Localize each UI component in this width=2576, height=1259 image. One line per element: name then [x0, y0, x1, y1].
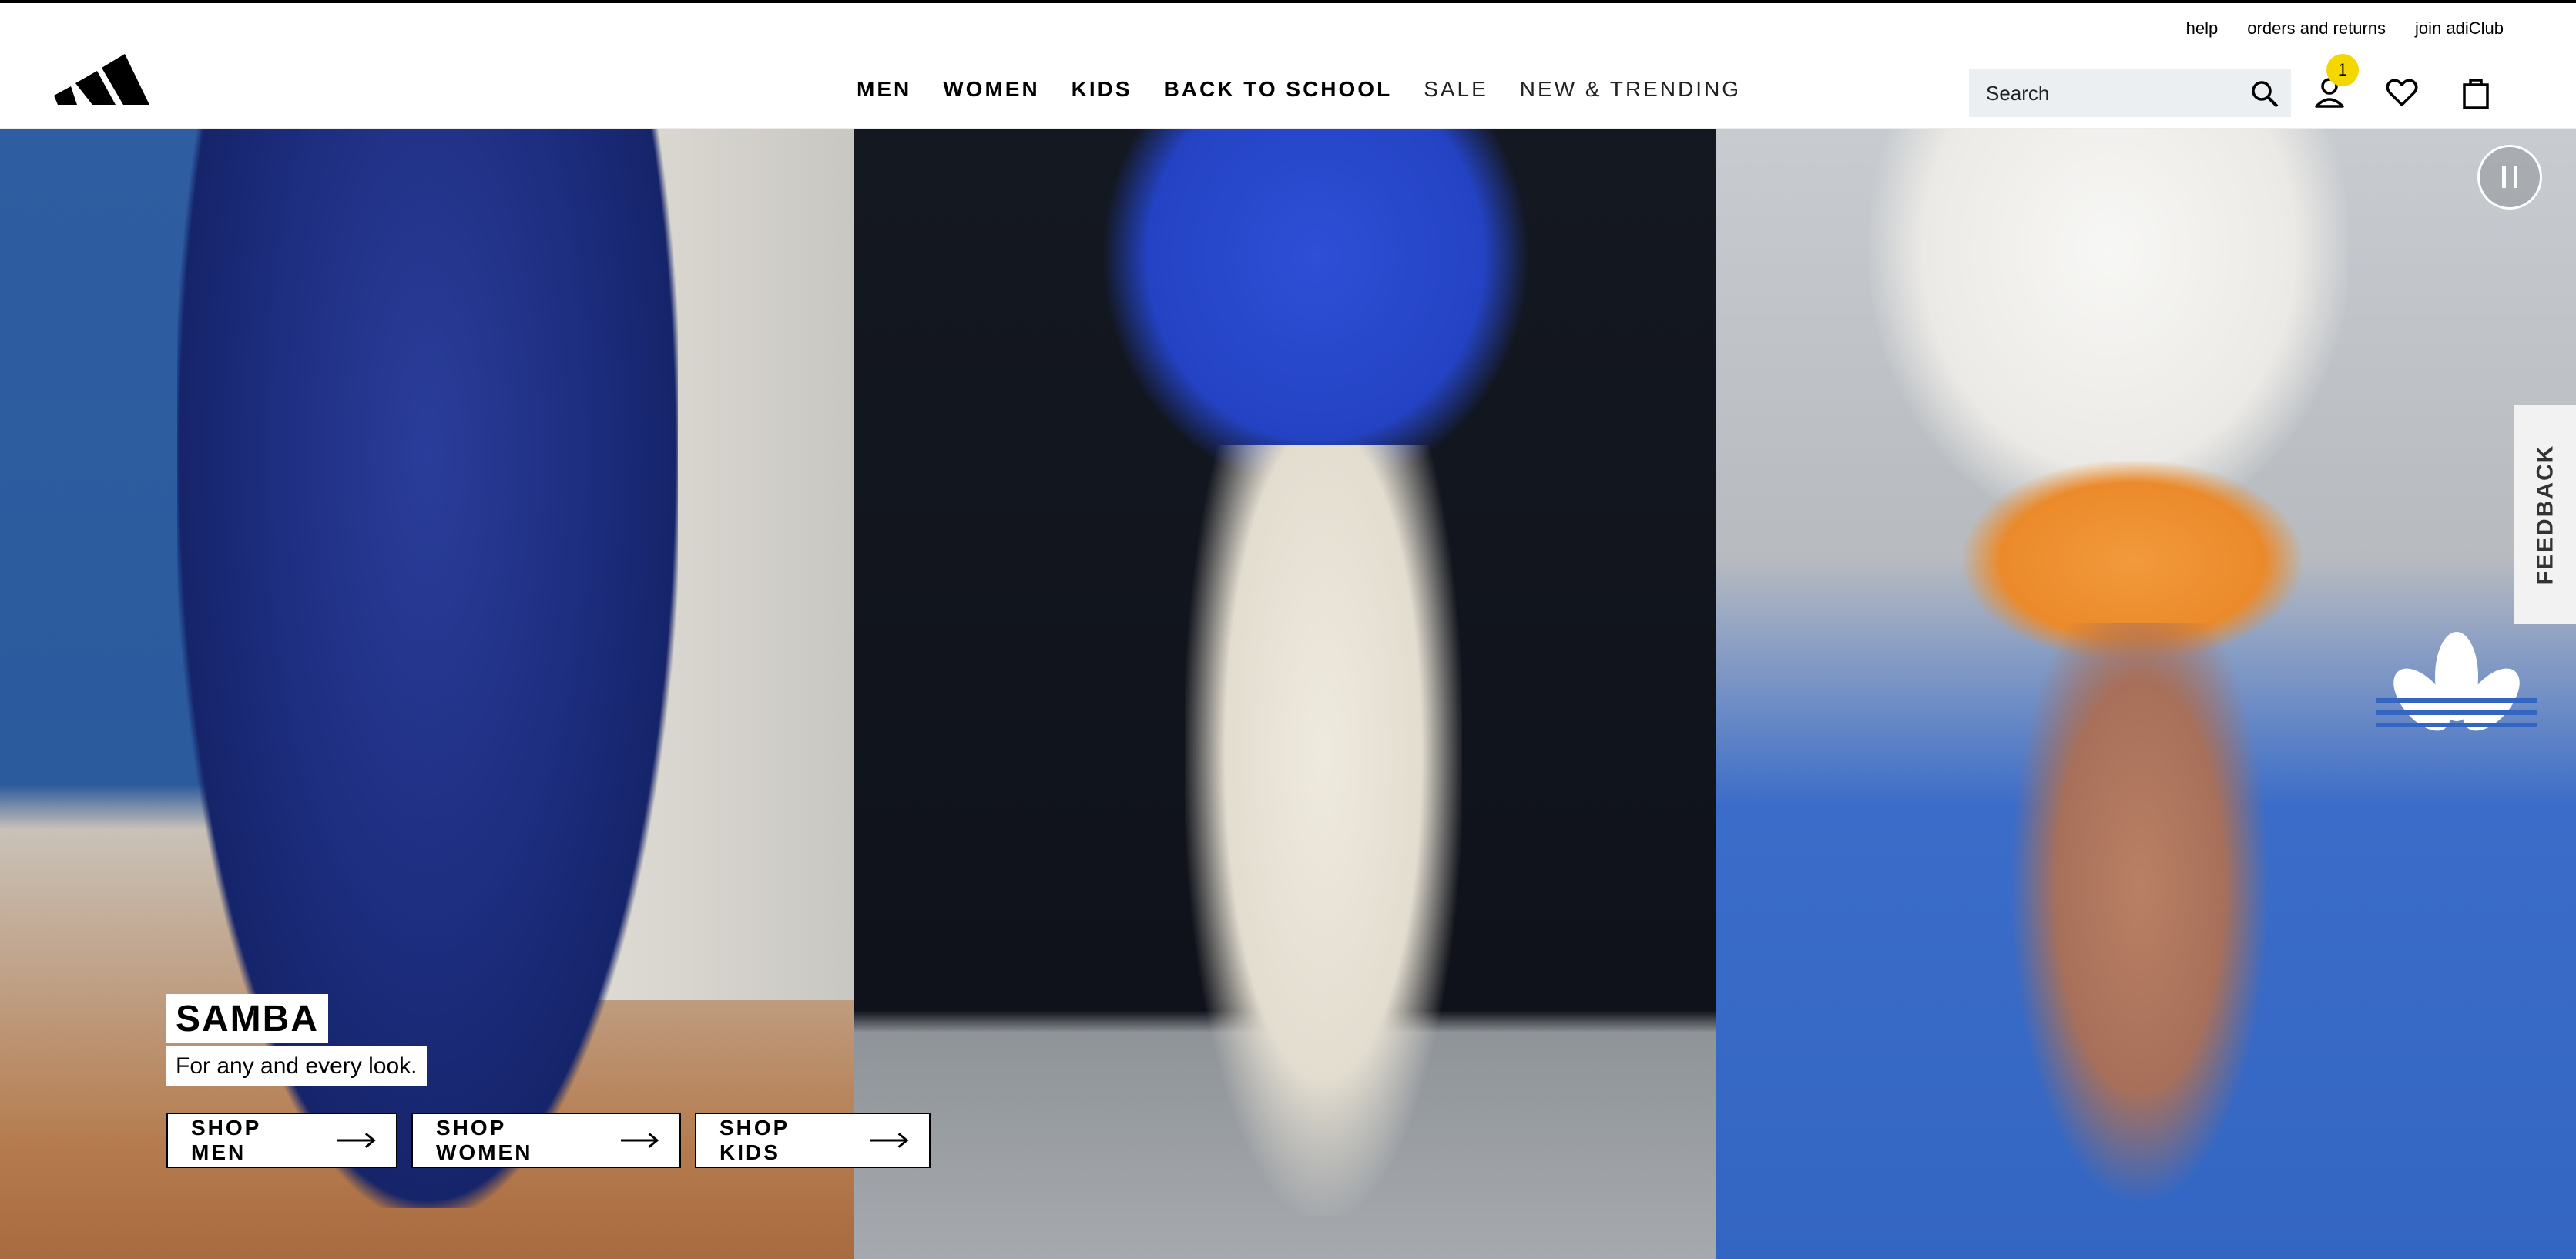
site-header: help orders and returns join adiClub MEN… — [0, 3, 2576, 129]
shop-kids-label: SHOP KIDS — [719, 1116, 790, 1164]
help-link[interactable]: help — [2186, 18, 2219, 39]
search-icon[interactable] — [2249, 79, 2280, 109]
shop-kids-button[interactable]: SHOP KIDS — [695, 1113, 931, 1168]
account-notification-badge: 1 — [2326, 54, 2359, 86]
nav-item-sale[interactable]: SALE — [1424, 77, 1488, 102]
shop-women-label: SHOP WOMEN — [436, 1116, 533, 1164]
nav-item-men[interactable]: MEN — [857, 77, 911, 102]
wishlist-icon[interactable] — [2383, 74, 2420, 111]
adidas-logo[interactable] — [54, 42, 149, 105]
bag-icon[interactable] — [2457, 74, 2494, 111]
feedback-label: FEEDBACK — [2532, 444, 2558, 586]
hero-image-left — [0, 129, 854, 1259]
join-adiclub-link[interactable]: join adiClub — [2415, 18, 2504, 39]
pause-icon[interactable] — [2477, 145, 2542, 210]
arrow-right-icon — [621, 1133, 659, 1148]
model-pants — [1185, 445, 1462, 1216]
hero-image-center — [854, 129, 1716, 1259]
model-legs — [2009, 623, 2271, 1208]
feedback-tab[interactable]: FEEDBACK — [2514, 405, 2576, 624]
arrow-right-icon — [337, 1133, 376, 1148]
arrow-right-icon — [870, 1133, 909, 1148]
search-input[interactable] — [1969, 80, 2234, 106]
hero-title: SAMBA — [166, 994, 328, 1043]
utility-links: help orders and returns join adiClub — [2186, 18, 2504, 39]
nav-item-women[interactable]: WOMEN — [943, 77, 1039, 102]
shop-men-label: SHOP MEN — [191, 1116, 261, 1164]
trefoil-logo — [2376, 632, 2537, 731]
shop-women-button[interactable]: SHOP WOMEN — [411, 1113, 681, 1168]
nav-item-kids[interactable]: KIDS — [1072, 77, 1132, 102]
hero-subtitle: For any and every look. — [166, 1046, 427, 1086]
nav-item-new-trending[interactable]: NEW & TRENDING — [1520, 77, 1741, 102]
shop-men-button[interactable]: SHOP MEN — [166, 1113, 397, 1168]
main-nav: MEN WOMEN KIDS BACK TO SCHOOL SALE NEW &… — [857, 77, 1741, 102]
nav-item-back-to-school[interactable]: BACK TO SCHOOL — [1164, 77, 1393, 102]
search-box — [1969, 69, 2291, 117]
orders-returns-link[interactable]: orders and returns — [2247, 18, 2386, 39]
model-hoodie — [1100, 129, 1531, 492]
